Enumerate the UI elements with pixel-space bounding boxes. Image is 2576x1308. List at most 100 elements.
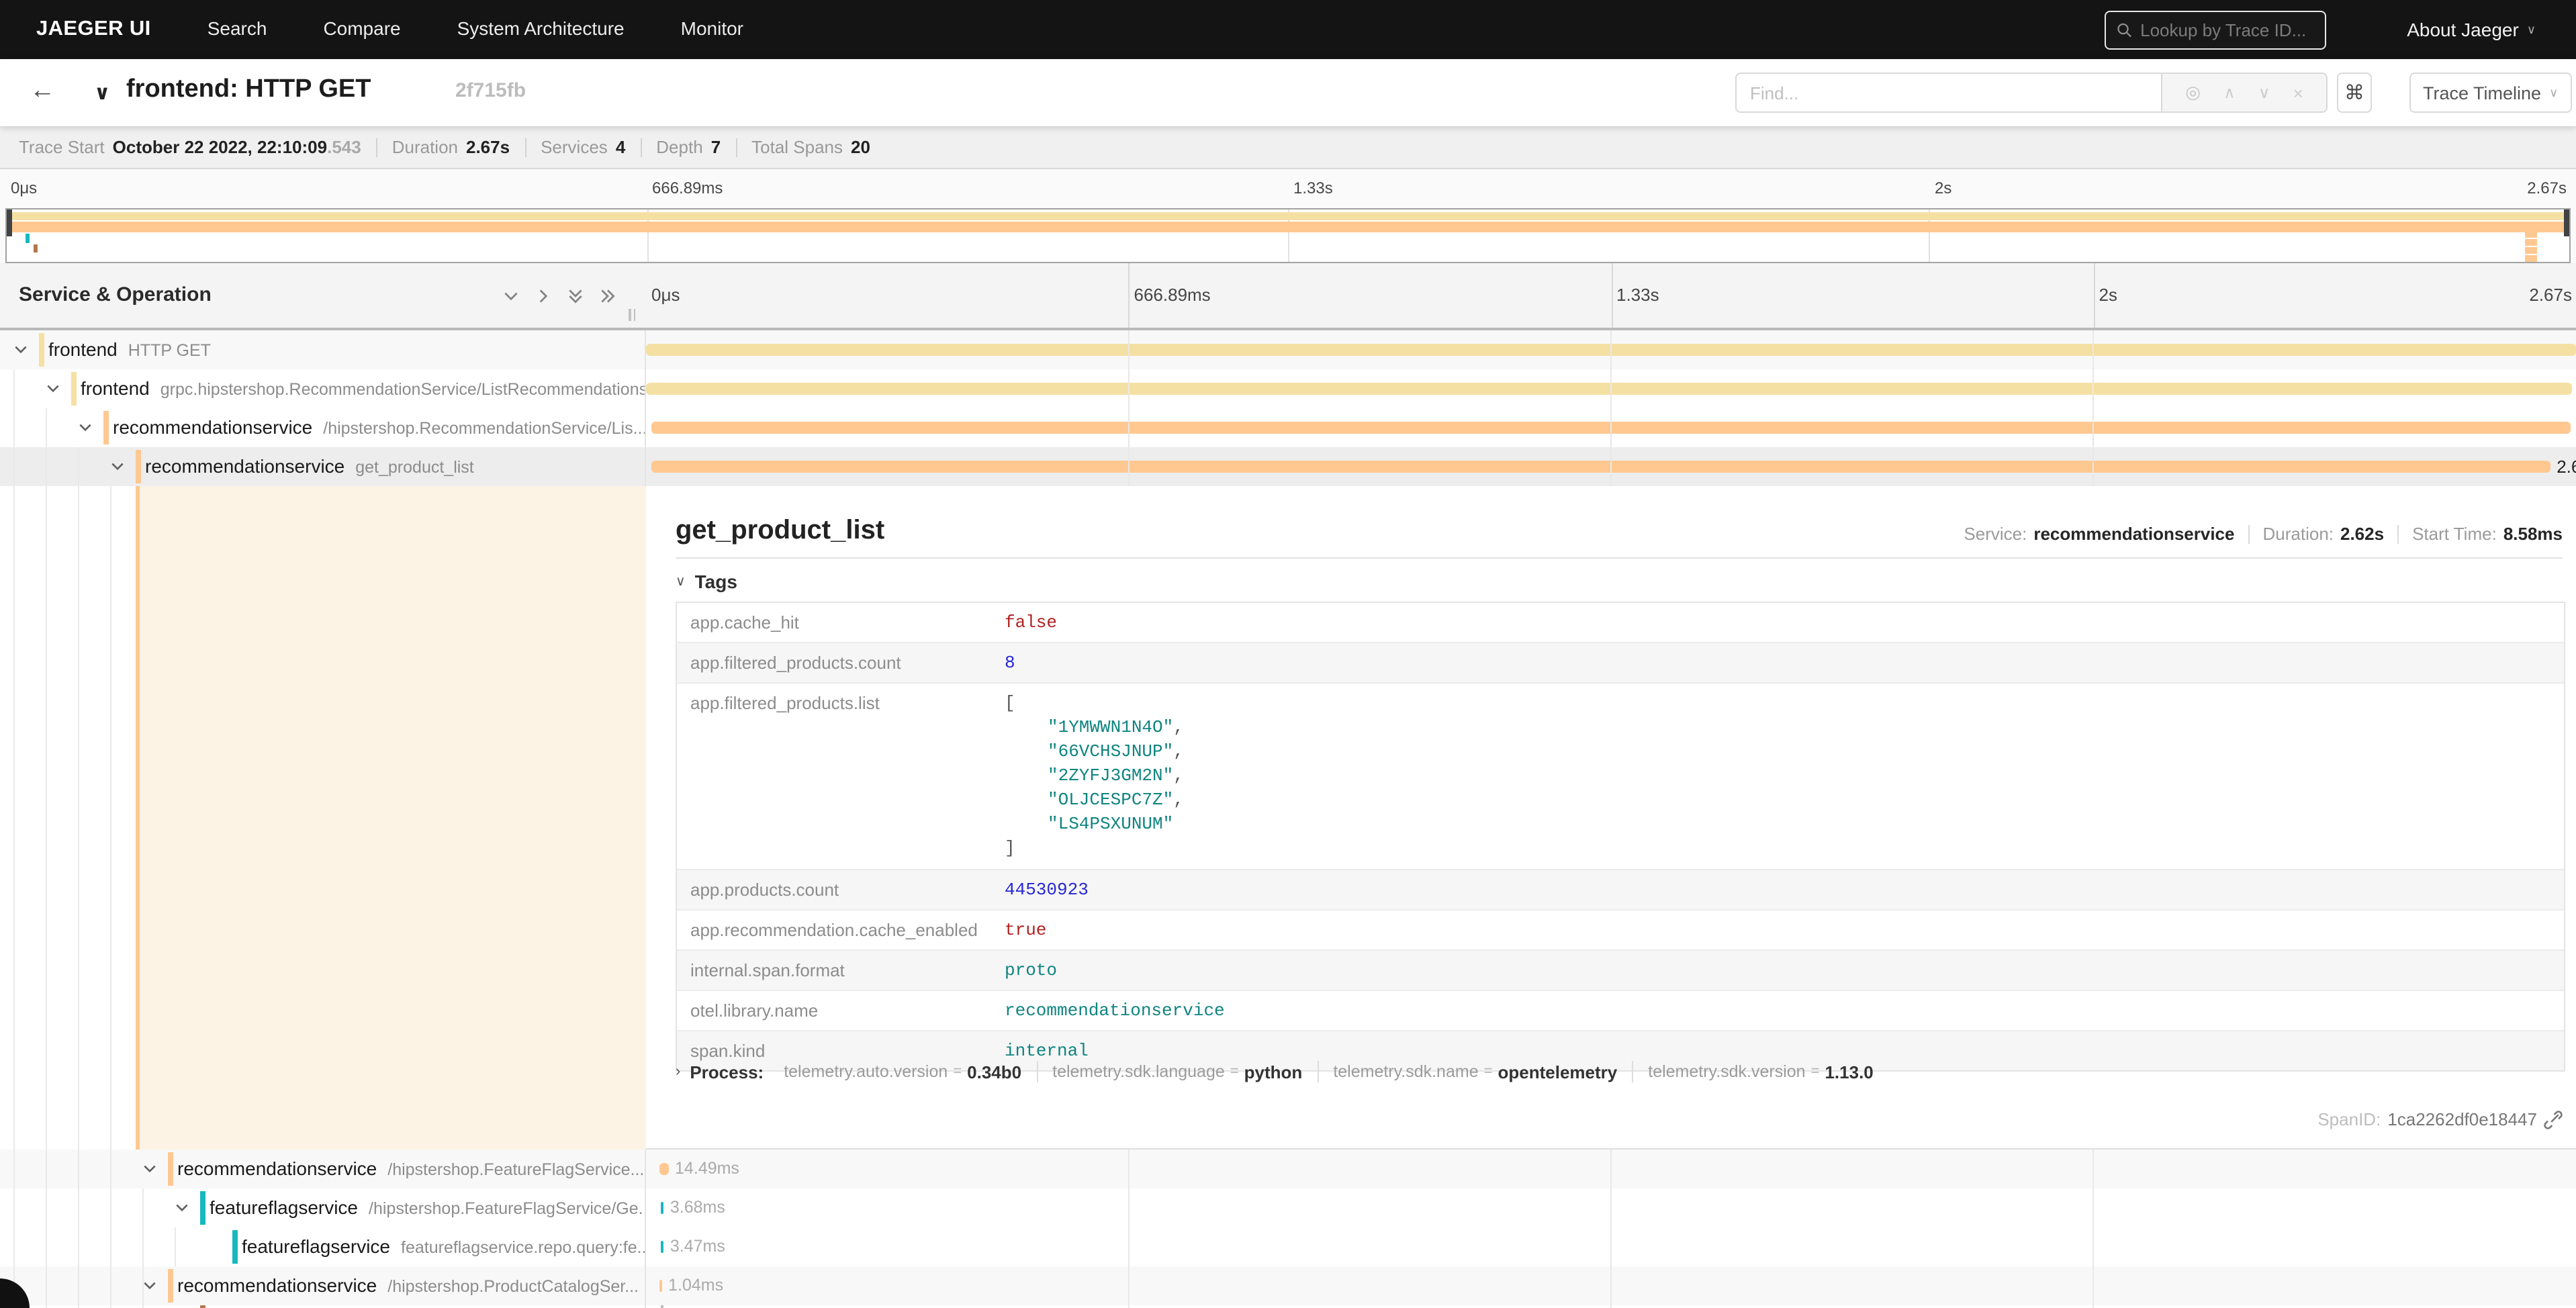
nav-item-system-architecture[interactable]: System Architecture [457, 17, 625, 39]
tick-label: 2s [1935, 169, 1951, 208]
tags-section-toggle[interactable]: ∨ Tags [676, 571, 737, 592]
next-result-icon[interactable]: ∨ [2258, 83, 2270, 102]
span-children-toggle[interactable] [175, 1201, 189, 1215]
span-name[interactable]: featureflagservicefeatureflagservice.rep… [242, 1227, 645, 1266]
span-duration-bar[interactable] [661, 1202, 663, 1214]
summary-value: 20 [851, 137, 870, 157]
back-arrow-icon[interactable]: ← [30, 77, 55, 106]
span-row[interactable]: recommendationservice/hipstershop.Produc… [0, 1266, 2576, 1305]
span-name[interactable]: featureflagservice/hipstershop.FeatureFl… [210, 1188, 645, 1227]
tick-label: 1.33s [1616, 263, 1659, 328]
trace-lookup-box[interactable] [2105, 10, 2326, 49]
link-icon[interactable] [2544, 1110, 2563, 1129]
minimap-left-scrubber[interactable] [7, 209, 12, 236]
span-duration-label: 2.62s [2557, 447, 2576, 486]
about-jaeger-menu[interactable]: About Jaeger ∨ [2407, 19, 2536, 40]
span-operation-name: /hipstershop.RecommendationService/Lis..… [323, 419, 645, 438]
span-row[interactable]: featureflagservicefeatureflagservice.rep… [0, 1227, 2576, 1266]
timeline-gridline [1611, 263, 1612, 328]
span-name[interactable]: recommendationserviceget_product_list [145, 447, 645, 486]
summary-separator [735, 138, 737, 156]
span-service-name: featureflagservice [210, 1197, 358, 1218]
span-children-toggle[interactable] [110, 459, 125, 474]
span-children-toggle[interactable] [13, 342, 28, 357]
find-input[interactable] [1735, 73, 2162, 113]
process-key: telemetry.auto.version [784, 1062, 948, 1081]
about-jaeger-label: About Jaeger [2407, 19, 2519, 40]
chevron-down-icon [46, 381, 60, 396]
span-name[interactable]: frontendHTTP GET [48, 330, 645, 369]
summary-services: Services4 [541, 137, 625, 157]
tick-label: 0μs [11, 169, 37, 208]
tag-row[interactable]: app.recommendation.cache_enabledtrue [677, 909, 2564, 949]
list-bracket: [ [1005, 692, 2564, 716]
tag-row[interactable]: app.filtered_products.list["1YMWWN1N4O",… [677, 682, 2564, 869]
span-children-toggle[interactable] [142, 1278, 157, 1293]
trace-lookup-input[interactable] [2140, 19, 2314, 40]
span-duration-bar [661, 1305, 663, 1308]
summary-label: Duration [392, 137, 458, 157]
tag-value: false [1005, 603, 2564, 642]
minimap-span-bar [2525, 239, 2537, 245]
collapse-one-icon[interactable] [502, 287, 520, 304]
summary-trace-start: Trace StartOctober 22 2022, 22:10:09.543 [19, 137, 361, 157]
trace-minimap: 0μs666.89ms1.33s2s2.67s [0, 169, 2576, 263]
span-row[interactable]: recommendationservice/hipstershop.Recomm… [0, 408, 2576, 447]
tag-row[interactable]: internal.span.formatproto [677, 949, 2564, 990]
expand-all-icon[interactable] [599, 287, 616, 304]
collapse-trace-chevron-icon[interactable]: ∨ [94, 81, 110, 105]
span-children-toggle[interactable] [142, 1162, 157, 1176]
span-row[interactable]: recommendationservice/hipstershop.Featur… [0, 1150, 2576, 1188]
span-id-label: SpanID: [2317, 1109, 2381, 1129]
summary-value: October 22 2022, 22:10:09 [113, 137, 327, 157]
span-duration-bar[interactable] [659, 1163, 668, 1175]
span-duration-bar[interactable] [651, 461, 2550, 473]
collapse-all-icon[interactable] [567, 287, 584, 304]
tag-value: ["1YMWWN1N4O","66VCHSJNUP","2ZYFJ3GM2N",… [1005, 684, 2564, 869]
process-section[interactable]: › Process: telemetry.auto.version=0.34b0… [676, 1061, 1888, 1082]
span-name[interactable]: recommendationservice/hipstershop.Featur… [177, 1150, 645, 1188]
prev-result-icon[interactable]: ∧ [2223, 83, 2236, 102]
span-operation-name: get_product_list [355, 458, 474, 477]
nav-item-compare[interactable]: Compare [323, 17, 400, 39]
summary-value-ms: .543 [327, 137, 361, 157]
span-name[interactable]: frontendgrpc.hipstershop.RecommendationS… [81, 369, 645, 408]
find-group: ◎ ∧ ∨ × [1735, 73, 2328, 113]
trace-view-selector[interactable]: Trace Timeline ∨ [2409, 73, 2571, 113]
expand-one-icon[interactable] [535, 287, 552, 304]
nav-item-search[interactable]: Search [208, 17, 267, 39]
span-duration-label: 3.47ms [670, 1227, 725, 1266]
minimap-canvas[interactable] [5, 208, 2571, 263]
span-children-toggle[interactable] [78, 420, 93, 435]
keyboard-shortcuts-button[interactable]: ⌘ [2337, 73, 2372, 113]
span-name[interactable]: recommendationservice/hipstershop.Produc… [177, 1266, 645, 1305]
tag-row[interactable]: app.products.count44530923 [677, 869, 2564, 909]
list-item: "2ZYFJ3GM2N", [1005, 764, 2564, 788]
tag-row[interactable]: otel.library.namerecommendationservice [677, 990, 2564, 1030]
tag-row[interactable]: app.filtered_products.count8 [677, 642, 2564, 682]
clear-find-icon[interactable]: × [2293, 83, 2303, 103]
span-color-bar [200, 1191, 205, 1225]
tag-value: 8 [1005, 643, 2564, 682]
span-row[interactable]: frontendgrpc.hipstershop.RecommendationS… [0, 369, 2576, 408]
summary-total-spans: Total Spans20 [751, 137, 870, 157]
match-highlight-icon[interactable]: ◎ [2185, 82, 2201, 103]
process-entry: telemetry.sdk.version=1.13.0 [1632, 1061, 1888, 1082]
indent-guide [46, 408, 47, 1308]
span-name[interactable]: recommendationservice/hipstershop.Recomm… [113, 408, 645, 447]
minimap-right-scrubber[interactable] [2564, 209, 2569, 236]
span-row[interactable]: frontendHTTP GET [0, 330, 2576, 369]
indent-guide [78, 447, 79, 1308]
nav-item-monitor[interactable]: Monitor [681, 17, 743, 39]
span-duration-bar[interactable] [646, 383, 2572, 395]
jaeger-logo[interactable]: JAEGER UI [36, 17, 151, 42]
span-duration-bar[interactable] [659, 1280, 661, 1292]
tag-row[interactable]: app.cache_hitfalse [677, 603, 2564, 642]
span-children-toggle[interactable] [46, 381, 60, 396]
nav-right: About Jaeger ∨ [2105, 0, 2576, 59]
summary-separator [376, 138, 377, 156]
span-duration-bar[interactable] [661, 1241, 663, 1253]
span-row[interactable]: recommendationserviceget_product_list 2.6… [0, 447, 2576, 486]
column-resize-handle[interactable] [629, 309, 635, 321]
span-row[interactable]: featureflagservice/hipstershop.FeatureFl… [0, 1188, 2576, 1227]
